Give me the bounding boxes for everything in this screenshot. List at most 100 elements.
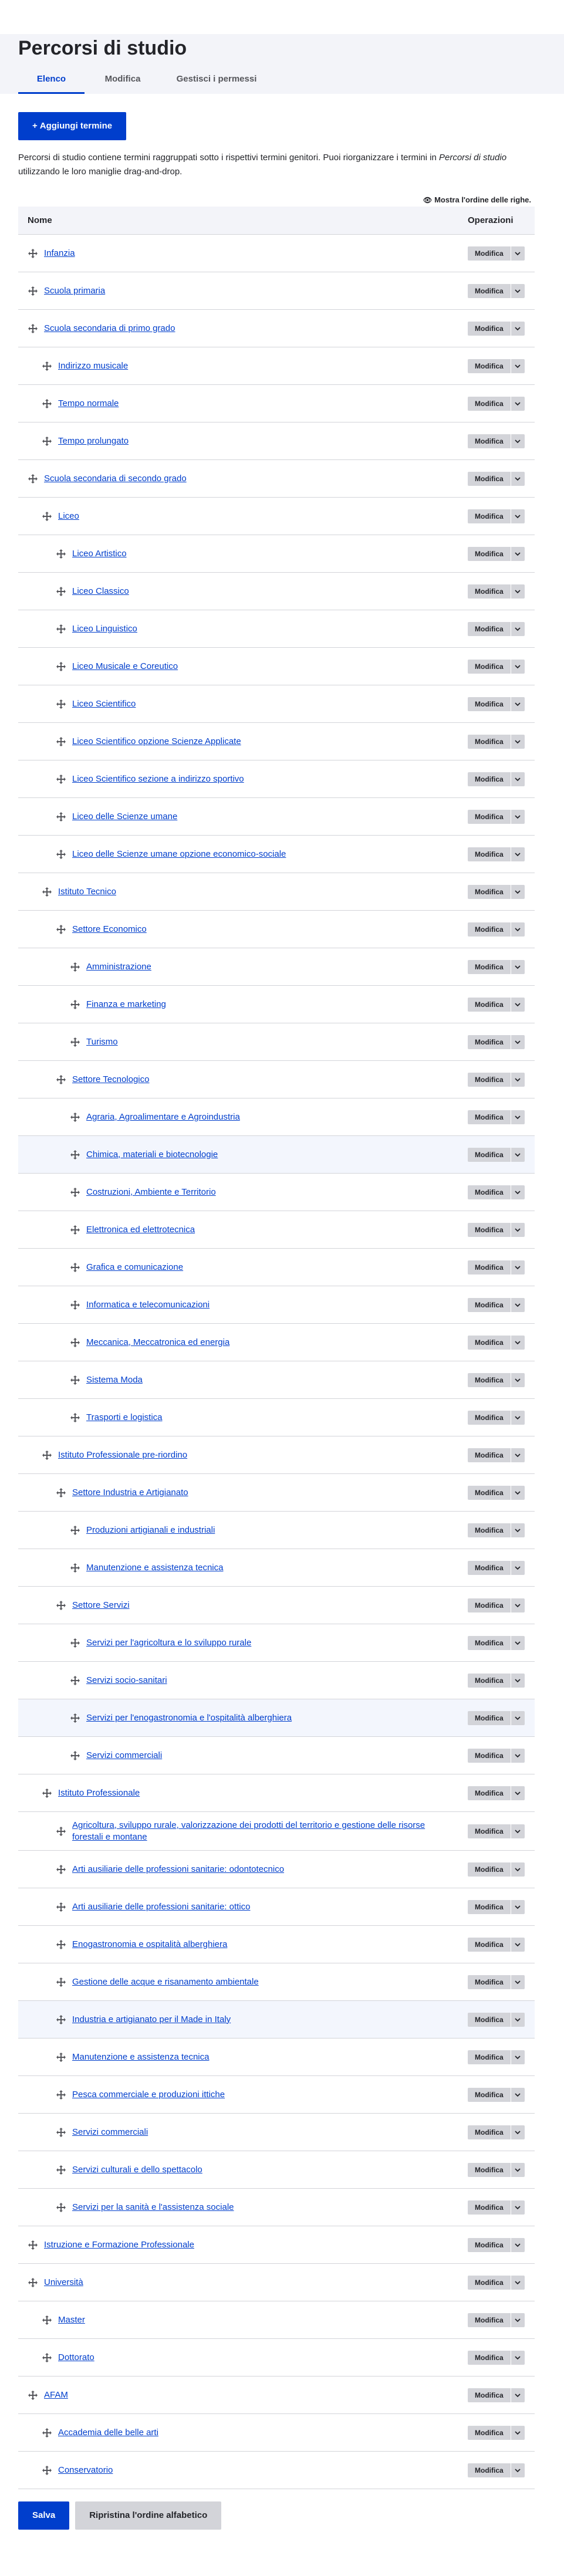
chevron-down-icon[interactable] [510,884,525,899]
term-link[interactable]: Servizi per l'agricoltura e lo sviluppo … [86,1637,251,1649]
edit-term-button[interactable]: Modifica [468,2012,511,2027]
edit-term-button[interactable]: Modifica [468,959,511,974]
edit-term-button[interactable]: Modifica [468,1862,511,1877]
drag-handle-icon[interactable] [42,1788,52,1799]
term-link[interactable]: Sistema Moda [86,1374,143,1386]
chevron-down-icon[interactable] [510,2313,525,2327]
chevron-down-icon[interactable] [510,2087,525,2102]
chevron-down-icon[interactable] [510,1297,525,1312]
drag-handle-icon[interactable] [56,1488,66,1498]
chevron-down-icon[interactable] [510,922,525,937]
drag-handle-icon[interactable] [70,1037,80,1047]
drag-handle-icon[interactable] [70,999,80,1010]
edit-term-button[interactable]: Modifica [468,734,511,749]
drag-handle-icon[interactable] [70,1675,80,1686]
term-link[interactable]: Costruzioni, Ambiente e Territorio [86,1186,216,1198]
chevron-down-icon[interactable] [510,1147,525,1162]
edit-term-button[interactable]: Modifica [468,1072,511,1087]
drag-handle-icon[interactable] [56,1864,66,1875]
term-link[interactable]: Finanza e marketing [86,999,166,1010]
term-link[interactable]: Liceo Scientifico opzione Scienze Applic… [72,736,241,748]
edit-term-button[interactable]: Modifica [468,809,511,824]
drag-handle-icon[interactable] [28,286,38,296]
drag-handle-icon[interactable] [42,2428,52,2438]
term-link[interactable]: Meccanica, Meccatronica ed energia [86,1337,229,1348]
edit-term-button[interactable]: Modifica [468,2087,511,2102]
drag-handle-icon[interactable] [56,624,66,634]
term-link[interactable]: Tempo normale [58,398,119,410]
edit-term-button[interactable]: Modifica [468,997,511,1012]
edit-term-button[interactable]: Modifica [468,621,511,636]
chevron-down-icon[interactable] [510,847,525,861]
edit-term-button[interactable]: Modifica [468,546,511,561]
term-link[interactable]: Settore Servizi [72,1600,130,1611]
drag-handle-icon[interactable] [28,474,38,484]
term-link[interactable]: Infanzia [44,248,75,259]
edit-term-button[interactable]: Modifica [468,1185,511,1199]
chevron-down-icon[interactable] [510,772,525,786]
term-link[interactable]: Agricoltura, sviluppo rurale, valorizzaz… [72,1820,454,1843]
chevron-down-icon[interactable] [510,1410,525,1425]
edit-term-button[interactable]: Modifica [468,1110,511,1124]
show-row-weights-button[interactable]: 👁 Mostra l'ordine delle righe. [423,195,531,204]
term-link[interactable]: Elettronica ed elettrotecnica [86,1224,195,1236]
chevron-down-icon[interactable] [510,321,525,336]
term-link[interactable]: Liceo Scientifico [72,698,136,710]
term-link[interactable]: Manutenzione e assistenza tecnica [86,1562,223,1574]
drag-handle-icon[interactable] [56,661,66,672]
chevron-down-icon[interactable] [510,1260,525,1275]
term-link[interactable]: Industria e artigianato per il Made in I… [72,2014,231,2026]
edit-term-button[interactable]: Modifica [468,1448,511,1462]
drag-handle-icon[interactable] [70,1262,80,1273]
term-link[interactable]: Trasporti e logistica [86,1412,163,1424]
term-link[interactable]: Produzioni artigianali e industriali [86,1524,215,1536]
term-link[interactable]: Settore Industria e Artigianato [72,1487,188,1499]
drag-handle-icon[interactable] [42,2465,52,2476]
chevron-down-icon[interactable] [510,2388,525,2402]
chevron-down-icon[interactable] [510,584,525,599]
chevron-down-icon[interactable] [510,621,525,636]
edit-term-button[interactable]: Modifica [468,2388,511,2402]
tab-gestisci-permessi[interactable]: Gestisci i permessi [161,70,272,94]
term-link[interactable]: Indirizzo musicale [58,360,128,372]
drag-handle-icon[interactable] [56,1074,66,1085]
edit-term-button[interactable]: Modifica [468,2162,511,2177]
add-term-button[interactable]: + Aggiungi termine [18,112,127,140]
term-link[interactable]: Turismo [86,1036,118,1048]
chevron-down-icon[interactable] [510,1937,525,1952]
drag-handle-icon[interactable] [56,2165,66,2175]
term-link[interactable]: Scuola secondaria di primo grado [44,323,175,334]
term-link[interactable]: Gestione delle acque e risanamento ambie… [72,1976,259,1988]
edit-term-button[interactable]: Modifica [468,2425,511,2440]
edit-term-button[interactable]: Modifica [468,2313,511,2327]
edit-term-button[interactable]: Modifica [468,1899,511,1914]
drag-handle-icon[interactable] [56,549,66,559]
chevron-down-icon[interactable] [510,1110,525,1124]
drag-handle-icon[interactable] [70,1525,80,1536]
chevron-down-icon[interactable] [510,359,525,373]
chevron-down-icon[interactable] [510,1335,525,1350]
edit-term-button[interactable]: Modifica [468,1673,511,1688]
drag-handle-icon[interactable] [70,1412,80,1423]
drag-handle-icon[interactable] [70,1638,80,1648]
term-link[interactable]: Liceo Classico [72,586,129,597]
edit-term-button[interactable]: Modifica [468,1598,511,1612]
drag-handle-icon[interactable] [42,398,52,409]
chevron-down-icon[interactable] [510,1485,525,1500]
drag-handle-icon[interactable] [56,586,66,597]
chevron-down-icon[interactable] [510,1824,525,1838]
chevron-down-icon[interactable] [510,2463,525,2477]
term-link[interactable]: Settore Economico [72,924,147,935]
term-link[interactable]: Liceo Linguistico [72,623,137,635]
edit-term-button[interactable]: Modifica [468,884,511,899]
chevron-down-icon[interactable] [510,1072,525,1087]
drag-handle-icon[interactable] [56,774,66,785]
term-link[interactable]: Liceo Scientifico sezione a indirizzo sp… [72,773,244,785]
drag-handle-icon[interactable] [42,887,52,897]
term-link[interactable]: Liceo Artistico [72,548,127,560]
edit-term-button[interactable]: Modifica [468,471,511,486]
edit-term-button[interactable]: Modifica [468,396,511,411]
drag-handle-icon[interactable] [28,248,38,259]
chevron-down-icon[interactable] [510,2237,525,2252]
drag-handle-icon[interactable] [70,1150,80,1160]
